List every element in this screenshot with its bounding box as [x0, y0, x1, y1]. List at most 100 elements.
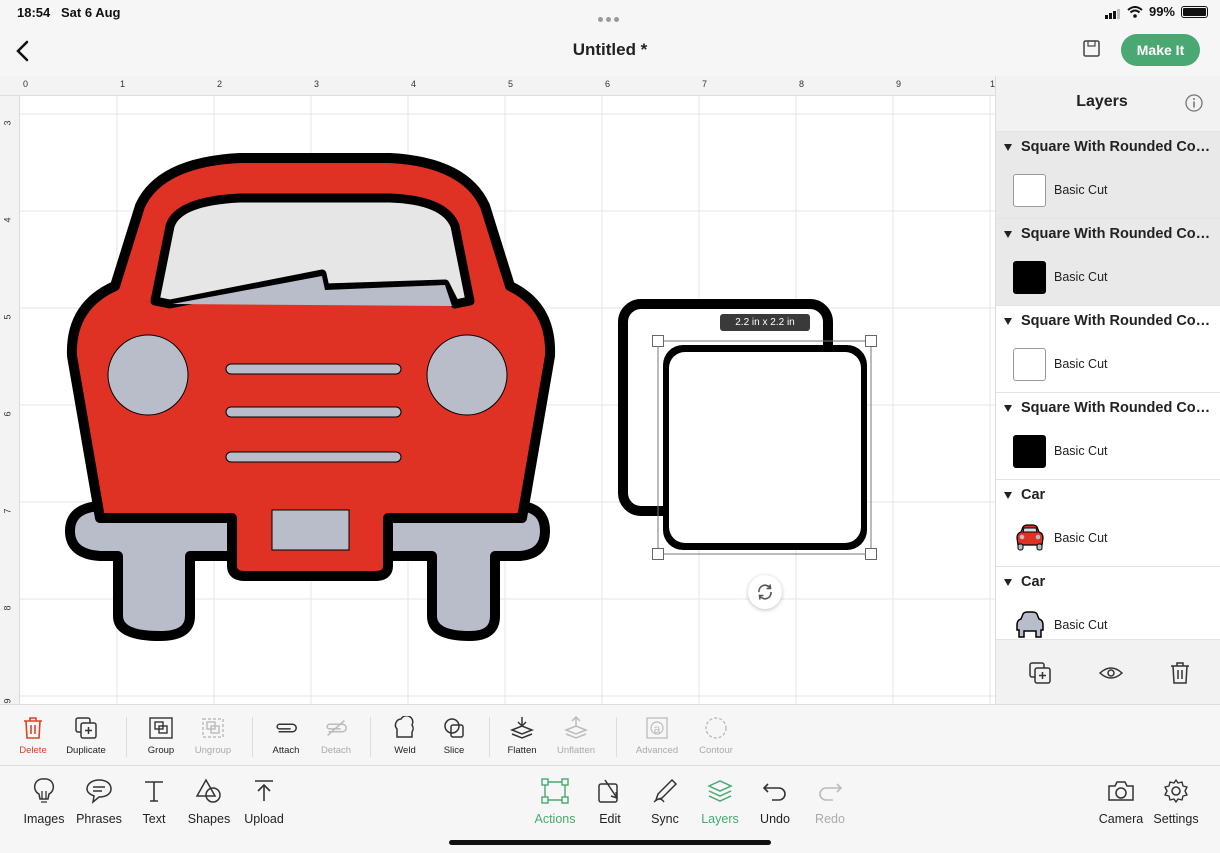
nav-camera[interactable]: Camera: [1091, 776, 1151, 826]
rounded-square-front[interactable]: [663, 345, 867, 550]
resize-handle-bl[interactable]: [652, 548, 664, 560]
separator: [616, 717, 617, 757]
collapse-triangle-icon[interactable]: [1004, 491, 1012, 499]
slice-button[interactable]: Slice: [422, 715, 486, 761]
rotate-button[interactable]: [748, 575, 782, 609]
ruler-v-4: 4: [2, 217, 13, 223]
battery-icon: [1181, 5, 1208, 18]
back-button[interactable]: [8, 36, 36, 66]
advanced-button[interactable]: a Advanced: [625, 715, 689, 761]
layer-group[interactable]: Square With Rounded Corners Basic Cut: [996, 132, 1220, 219]
make-it-button[interactable]: Make It: [1121, 34, 1200, 66]
text-icon: [145, 780, 163, 802]
layer-operation: Basic Cut: [1054, 444, 1108, 458]
resize-handle-br[interactable]: [865, 548, 877, 560]
layer-thumbnail: [1013, 347, 1046, 381]
multitask-dots-icon[interactable]: [598, 10, 622, 25]
ruler-h-2: 2: [217, 79, 223, 89]
home-indicator[interactable]: [449, 840, 771, 845]
nav-images[interactable]: Images: [14, 776, 74, 826]
layer-group-header[interactable]: Square With Rounded Corners: [996, 219, 1220, 249]
duplicate-layer-button[interactable]: [1027, 660, 1053, 686]
save-button[interactable]: [1082, 38, 1104, 62]
layer-item[interactable]: Basic Cut: [996, 336, 1220, 392]
layer-operation: Basic Cut: [1054, 270, 1108, 284]
layer-operation: Basic Cut: [1054, 357, 1108, 371]
layer-item[interactable]: Basic Cut: [996, 162, 1220, 218]
weld-label: Weld: [394, 745, 416, 756]
collapse-triangle-icon[interactable]: [1004, 578, 1012, 586]
duplicate-button[interactable]: Duplicate: [54, 715, 118, 761]
separator: [126, 717, 127, 757]
flatten-icon: [509, 717, 535, 739]
layer-group-header[interactable]: Square With Rounded Corners: [996, 306, 1220, 336]
collapse-triangle-icon[interactable]: [1004, 317, 1012, 325]
attach-label: Attach: [272, 745, 300, 756]
advanced-label: Advanced: [635, 745, 679, 756]
layers-footer: [996, 639, 1220, 704]
ruler-v-5: 5: [2, 314, 13, 320]
layer-group[interactable]: Square With Rounded Corners Basic Cut: [996, 393, 1220, 480]
nav-actions[interactable]: Actions: [525, 776, 585, 826]
layer-item[interactable]: Basic Cut: [996, 423, 1220, 479]
ungroup-button[interactable]: Ungroup: [181, 715, 245, 761]
duplicate-label: Duplicate: [66, 745, 106, 756]
nav-sync[interactable]: Sync: [635, 776, 695, 826]
layer-operation: Basic Cut: [1054, 618, 1108, 632]
unflatten-button[interactable]: Unflatten: [544, 715, 608, 761]
layer-item[interactable]: Basic Cut: [996, 510, 1220, 566]
collapse-triangle-icon[interactable]: [1004, 404, 1012, 412]
layers-title: Layers: [1076, 93, 1128, 110]
ruler-v-7: 7: [2, 508, 13, 514]
nav-images-label: Images: [23, 812, 65, 826]
design-space-app: 18:54 Sat 6 Aug 99% Untitled * Make It 0…: [0, 0, 1220, 853]
nav-redo-label: Redo: [815, 812, 845, 826]
layer-group[interactable]: Square With Rounded Corners Basic Cut: [996, 219, 1220, 306]
size-tooltip: 2.2 in x 2.2 in: [720, 314, 810, 331]
info-icon[interactable]: [1184, 93, 1204, 113]
collapse-triangle-icon[interactable]: [1004, 143, 1012, 151]
resize-handle-tl[interactable]: [652, 335, 664, 347]
visibility-button[interactable]: [1098, 660, 1124, 686]
group-icon: [149, 717, 173, 739]
car-shape[interactable]: [65, 153, 556, 641]
detach-button[interactable]: Detach: [304, 715, 368, 761]
resize-handle-tr[interactable]: [865, 335, 877, 347]
nav-redo[interactable]: Redo: [800, 776, 860, 826]
layer-group[interactable]: Car Basic Cut: [996, 480, 1220, 567]
collapse-triangle-icon[interactable]: [1004, 230, 1012, 238]
gear-icon: [1164, 778, 1188, 803]
layer-item[interactable]: Basic Cut: [996, 249, 1220, 305]
nav-undo[interactable]: Undo: [745, 776, 805, 826]
layer-operation: Basic Cut: [1054, 183, 1108, 197]
wifi-icon: [1127, 5, 1143, 18]
nav-upload[interactable]: Upload: [234, 776, 294, 826]
rotate-icon: [758, 584, 772, 600]
nav-edit[interactable]: Edit: [580, 776, 640, 826]
nav-sync-label: Sync: [651, 812, 679, 826]
contour-button[interactable]: Contour: [684, 715, 748, 761]
delete-layer-button[interactable]: [1167, 660, 1193, 686]
layer-name: Square With Rounded Corners: [1021, 139, 1213, 155]
layer-group[interactable]: Square With Rounded Corners Basic Cut: [996, 306, 1220, 393]
nav-shapes[interactable]: Shapes: [179, 776, 239, 826]
layer-group-header[interactable]: Square With Rounded Corners: [996, 132, 1220, 162]
nav-phrases[interactable]: Phrases: [69, 776, 129, 826]
layer-thumbnail: [1013, 260, 1046, 294]
layer-group-header[interactable]: Car: [996, 480, 1220, 510]
car-red-thumb-icon: [1015, 524, 1044, 551]
design-canvas[interactable]: 0 1 2 3 4 5 6 7 8 9 1 3 4 5 6 7 8 9 2.2 …: [0, 76, 995, 704]
layer-group-header[interactable]: Car: [996, 567, 1220, 597]
car-plate: [271, 509, 350, 551]
nav-settings-label: Settings: [1153, 812, 1199, 826]
nav-settings[interactable]: Settings: [1146, 776, 1206, 826]
nav-camera-label: Camera: [1098, 812, 1144, 826]
nav-text[interactable]: Text: [124, 776, 184, 826]
signal-icon: [1104, 4, 1121, 19]
nav-layers[interactable]: Layers: [690, 776, 750, 826]
status-date: Sat 6 Aug: [61, 5, 121, 20]
layer-group-header[interactable]: Square With Rounded Corners: [996, 393, 1220, 423]
ruler-vertical: 3 4 5 6 7 8 9: [0, 96, 20, 704]
car-grey-thumb-icon: [1015, 611, 1044, 638]
layers-icon: [707, 779, 733, 802]
